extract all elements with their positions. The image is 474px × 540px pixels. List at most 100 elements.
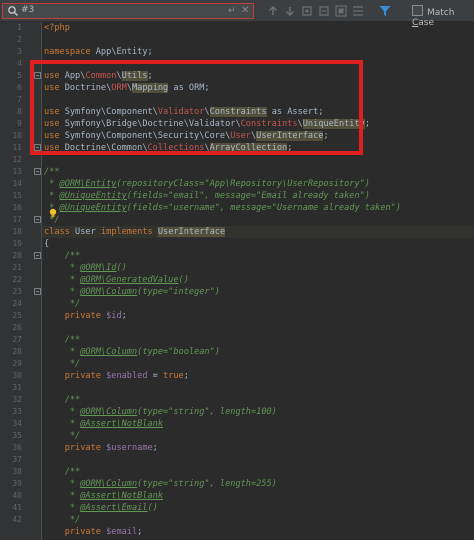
match-case-box[interactable] xyxy=(412,5,423,16)
code-line[interactable]: private $id; xyxy=(42,310,474,322)
search-icon[interactable] xyxy=(7,5,19,17)
keyword: private xyxy=(44,371,101,381)
code-line[interactable]: */ xyxy=(42,298,474,310)
fold-collapse-icon[interactable] xyxy=(34,252,41,259)
doc-comment: /** xyxy=(44,167,60,177)
code-line[interactable]: * @ORM\GeneratedValue() xyxy=(42,274,474,286)
code-line[interactable]: { xyxy=(42,238,474,250)
line-number: 7 xyxy=(17,95,22,104)
lightbulb-icon[interactable] xyxy=(48,208,58,218)
line-number: 14 xyxy=(12,179,22,188)
fold-collapse-icon[interactable] xyxy=(34,72,41,79)
keyword: class xyxy=(44,227,70,237)
annotation-tag: @ORM\Column xyxy=(80,479,138,489)
code-line[interactable]: * @ORM\Column(type="boolean") xyxy=(42,346,474,358)
keyword: private xyxy=(44,527,101,537)
code-line[interactable]: /** xyxy=(42,466,474,478)
doc-comment: * xyxy=(44,263,81,273)
code-line[interactable]: private $username; xyxy=(42,442,474,454)
doc-comment: */ xyxy=(44,299,81,309)
line-number: 1 xyxy=(17,23,22,32)
code-line[interactable]: * @Assert\NotBlank xyxy=(42,418,474,430)
doc-comment: * xyxy=(44,479,81,489)
next-occurrence-icon[interactable] xyxy=(283,4,297,18)
code-line[interactable]: <?php xyxy=(42,22,474,34)
code-line[interactable]: use App\Common\Utils; xyxy=(42,70,474,82)
new-line-icon[interactable]: ↵ xyxy=(228,6,236,16)
import-path: Doctrine\Common\ xyxy=(59,143,148,153)
line-number: 37 xyxy=(12,455,22,464)
line-number: 8 xyxy=(17,107,22,116)
line-number: 3 xyxy=(17,47,22,56)
interface-name: UserInterface xyxy=(157,227,226,237)
fold-end-icon[interactable] xyxy=(34,216,41,223)
import-path: Symfony\Component\ xyxy=(59,107,158,117)
code-line[interactable]: * @ORM\Column(type="integer") xyxy=(42,286,474,298)
line-number: 28 xyxy=(12,347,22,356)
code-line[interactable]: namespace App\Entity; xyxy=(42,46,474,58)
doc-comment: * xyxy=(44,491,81,501)
code-line[interactable]: * @Assert\NotBlank xyxy=(42,490,474,502)
code-line[interactable]: */ xyxy=(42,358,474,370)
semicolon: ; xyxy=(137,527,143,537)
keyword: use xyxy=(44,131,60,141)
code-line[interactable]: private $enabled = true; xyxy=(42,370,474,382)
code-line[interactable]: use Symfony\Component\Security\Core\User… xyxy=(42,130,474,142)
annotation-args: (repositoryClass="App\Repository\UserRep… xyxy=(116,179,370,189)
clear-search-icon[interactable]: ✕ xyxy=(241,5,249,16)
annotation-args: (fields="email", message="Email already … xyxy=(126,191,370,201)
code-line[interactable]: use Symfony\Component\Validator\Constrai… xyxy=(42,106,474,118)
fold-collapse-icon[interactable] xyxy=(34,168,41,175)
code-line[interactable]: */ xyxy=(42,430,474,442)
property-name: $email xyxy=(100,527,138,537)
select-occurrences-icon[interactable] xyxy=(351,4,365,18)
code-line[interactable]: use Symfony\Bridge\Doctrine\Validator\Co… xyxy=(42,118,474,130)
doc-comment: /** xyxy=(44,335,81,345)
unresolved-namespace: Validator xyxy=(157,107,205,117)
select-all-occurrences-icon[interactable] xyxy=(334,4,348,18)
editor-gutter: 1 2 3 4 5 6 7 8 9 10 11 12 13 14 15 16 1… xyxy=(0,22,42,540)
code-line[interactable]: /** xyxy=(42,334,474,346)
line-number: 42 xyxy=(12,515,22,524)
line-number: 20 xyxy=(12,251,22,260)
search-input[interactable]: #3 ↵ ✕ xyxy=(2,3,254,19)
code-line[interactable]: /** xyxy=(42,166,474,178)
code-line[interactable]: */ xyxy=(42,214,474,226)
code-line[interactable]: */ xyxy=(42,514,474,526)
line-number: 36 xyxy=(12,443,22,452)
annotation-args: (fields="username", message="Username al… xyxy=(126,203,402,213)
code-line[interactable]: * @ORM\Entity(repositoryClass="App\Repos… xyxy=(42,178,474,190)
code-line[interactable]: * @ORM\Id() xyxy=(42,262,474,274)
code-line[interactable]: * @ORM\Column(type="string", length=255) xyxy=(42,478,474,490)
line-number: 39 xyxy=(12,479,22,488)
fold-end-icon[interactable] xyxy=(34,288,41,295)
filter-icon[interactable] xyxy=(378,4,392,18)
code-line-current[interactable]: class User implements UserInterface xyxy=(42,226,474,238)
line-number: 27 xyxy=(12,335,22,344)
code-line[interactable]: * @ORM\Column(type="string", length=100) xyxy=(42,406,474,418)
doc-comment: /** xyxy=(44,251,81,261)
line-number: 31 xyxy=(12,383,22,392)
doc-comment: */ xyxy=(44,431,81,441)
previous-occurrence-icon[interactable] xyxy=(266,4,280,18)
line-number: 12 xyxy=(12,155,22,164)
code-line[interactable]: * @Assert\Email() xyxy=(42,502,474,514)
code-line[interactable]: * @UniqueEntity(fields="username", messa… xyxy=(42,202,474,214)
code-line[interactable]: /** xyxy=(42,250,474,262)
keyword: private xyxy=(44,311,101,321)
match-case-checkbox[interactable]: Match Case xyxy=(412,5,474,28)
code-line[interactable]: /** xyxy=(42,394,474,406)
keyword: use xyxy=(44,119,60,129)
code-line[interactable]: * @UniqueEntity(fields="email", message=… xyxy=(42,190,474,202)
fold-end-icon[interactable] xyxy=(34,144,41,151)
code-editor[interactable]: <?php namespace App\Entity; use App\Comm… xyxy=(42,22,474,540)
keyword: true xyxy=(163,371,184,381)
code-line[interactable]: use Doctrine\Common\Collections\ArrayCol… xyxy=(42,142,474,154)
search-value[interactable]: #3 xyxy=(21,5,34,15)
add-selection-icon[interactable] xyxy=(300,4,314,18)
remove-selection-icon[interactable] xyxy=(317,4,331,18)
unused-import: Mapping xyxy=(132,83,169,93)
code-line[interactable]: private $email; xyxy=(42,526,474,538)
code-line[interactable]: use Doctrine\ORM\Mapping as ORM; xyxy=(42,82,474,94)
namespace-name: App\Entity; xyxy=(90,47,153,57)
